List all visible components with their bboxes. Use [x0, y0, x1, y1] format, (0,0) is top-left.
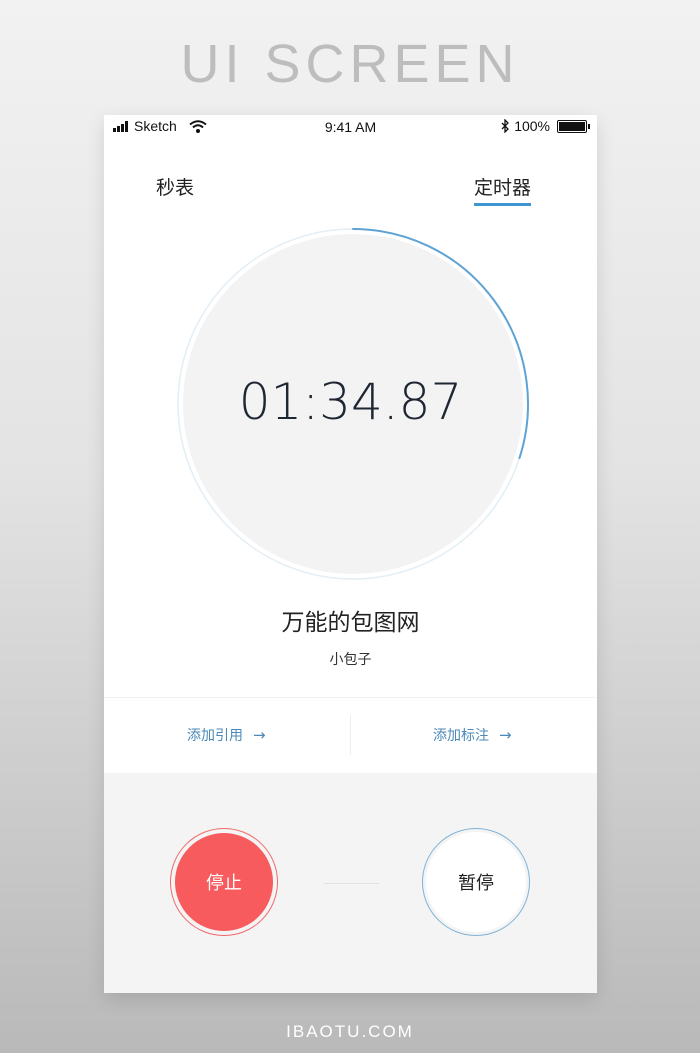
add-note-label: 添加标注 — [433, 728, 489, 744]
add-reference-label: 添加引用 — [187, 728, 243, 744]
arrow-right-icon: → — [253, 726, 266, 744]
add-note-link[interactable]: 添加标注 → — [433, 725, 512, 745]
stop-button-label: 停止 — [175, 833, 273, 931]
add-reference-link[interactable]: 添加引用 → — [187, 725, 266, 745]
control-divider — [324, 883, 379, 884]
stop-button[interactable]: 停止 — [170, 828, 278, 936]
timer-name: 万能的包图网 — [281, 610, 420, 636]
header-title: UI SCREEN — [180, 34, 520, 94]
pause-button[interactable]: 暂停 — [422, 828, 530, 936]
timer-dial — [177, 228, 529, 580]
pause-button-label: 暂停 — [426, 832, 526, 932]
timer-display: 01:34.87 — [238, 373, 463, 431]
action-divider — [350, 715, 351, 755]
phone-screen: Sketch 9:41 AM 100% 秒表 定时器 01:34.87 万能的包… — [104, 115, 597, 993]
footer-brand: IBAOTU.COM — [286, 1022, 414, 1041]
control-panel: 停止 暂停 — [104, 773, 597, 993]
divider — [104, 697, 597, 698]
timer-author: 小包子 — [329, 652, 372, 668]
arrow-right-icon: → — [499, 726, 512, 744]
